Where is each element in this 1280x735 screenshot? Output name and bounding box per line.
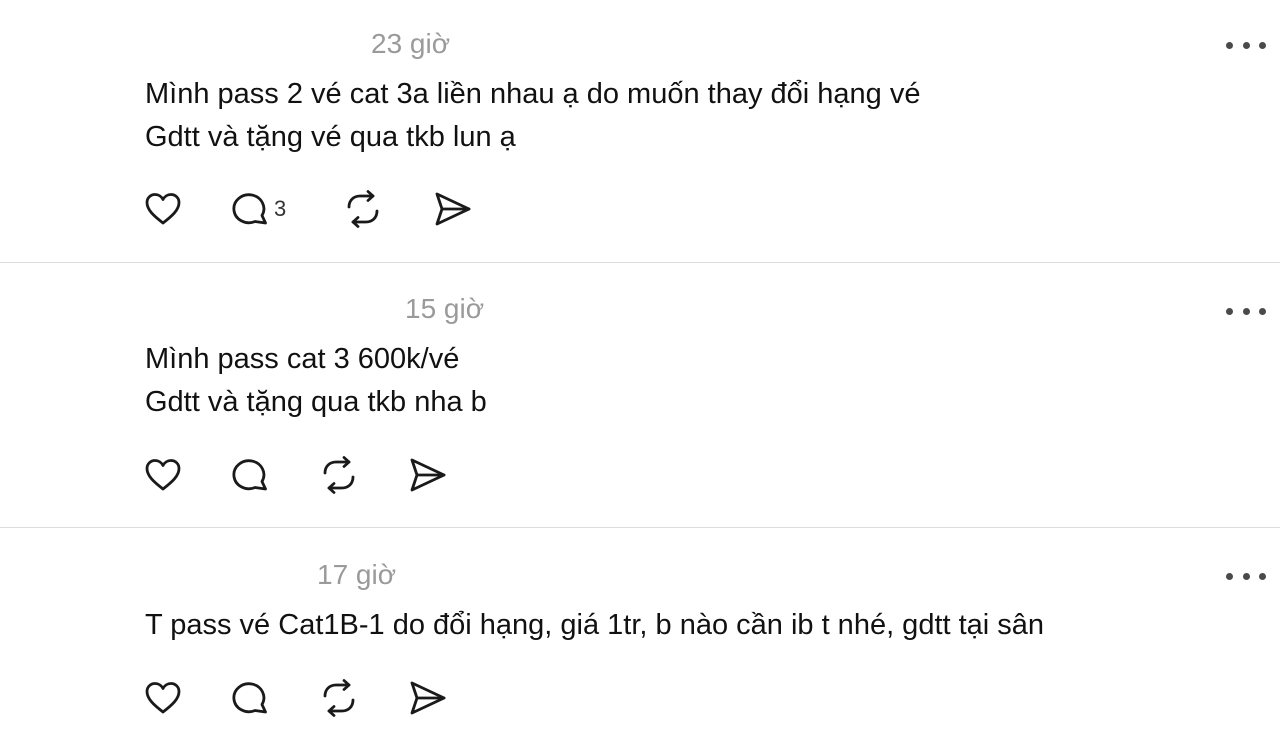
post: 23 giờ Mình pass 2 vé cat 3a liền nhau ạ… — [0, 0, 1280, 262]
post-text-line: Mình pass cat 3 600k/vé — [145, 343, 460, 375]
post-timestamp: 23 giờ — [371, 28, 451, 59]
share-button[interactable] — [408, 455, 448, 495]
repost-icon — [323, 456, 355, 494]
send-icon — [410, 681, 446, 715]
post: 17 giờ T pass vé Cat1B-1 do đổi hạng, gi… — [0, 528, 1280, 735]
send-icon — [410, 458, 446, 492]
post-text-line: Gdtt và tặng vé qua tkb lun ạ — [145, 121, 516, 153]
post-text-line: T pass vé Cat1B-1 do đổi hạng, giá 1tr, … — [145, 609, 1045, 641]
reply-button[interactable] — [232, 678, 270, 718]
more-options-icon[interactable] — [1226, 304, 1266, 318]
repost-button[interactable] — [319, 678, 359, 718]
post-timestamp: 17 giờ — [317, 559, 397, 590]
post-text-line: Gdtt và tặng qua tkb nha b — [145, 386, 487, 418]
share-button[interactable] — [408, 678, 448, 718]
post-timestamp: 15 giờ — [405, 293, 485, 324]
repost-button[interactable] — [343, 189, 383, 229]
comment-icon — [232, 682, 267, 714]
reply-button[interactable]: 3 — [232, 189, 286, 229]
heart-icon — [145, 193, 181, 225]
reply-count: 3 — [274, 196, 287, 221]
repost-icon — [347, 190, 379, 228]
post-content: T pass vé Cat1B-1 do đổi hạng, giá 1tr, … — [145, 604, 1044, 647]
send-icon — [435, 192, 471, 226]
share-button[interactable] — [433, 189, 473, 229]
heart-icon — [145, 459, 181, 491]
repost-button[interactable] — [319, 455, 359, 495]
post: 15 giờ Mình pass cat 3 600k/vé Gdtt và t… — [0, 263, 1280, 527]
comment-icon — [232, 459, 267, 491]
like-button[interactable] — [144, 189, 182, 229]
more-options-icon[interactable] — [1226, 569, 1266, 583]
like-button[interactable] — [144, 678, 182, 718]
post-content: Mình pass cat 3 600k/vé Gdtt và tặng qua… — [145, 338, 487, 424]
post-text-line: Mình pass 2 vé cat 3a liền nhau ạ do muố… — [145, 78, 921, 110]
like-button[interactable] — [144, 455, 182, 495]
heart-icon — [145, 682, 181, 714]
comment-icon — [232, 193, 267, 225]
reply-button[interactable] — [232, 455, 270, 495]
repost-icon — [323, 679, 355, 717]
post-content: Mình pass 2 vé cat 3a liền nhau ạ do muố… — [145, 73, 920, 159]
more-options-icon[interactable] — [1226, 38, 1266, 52]
